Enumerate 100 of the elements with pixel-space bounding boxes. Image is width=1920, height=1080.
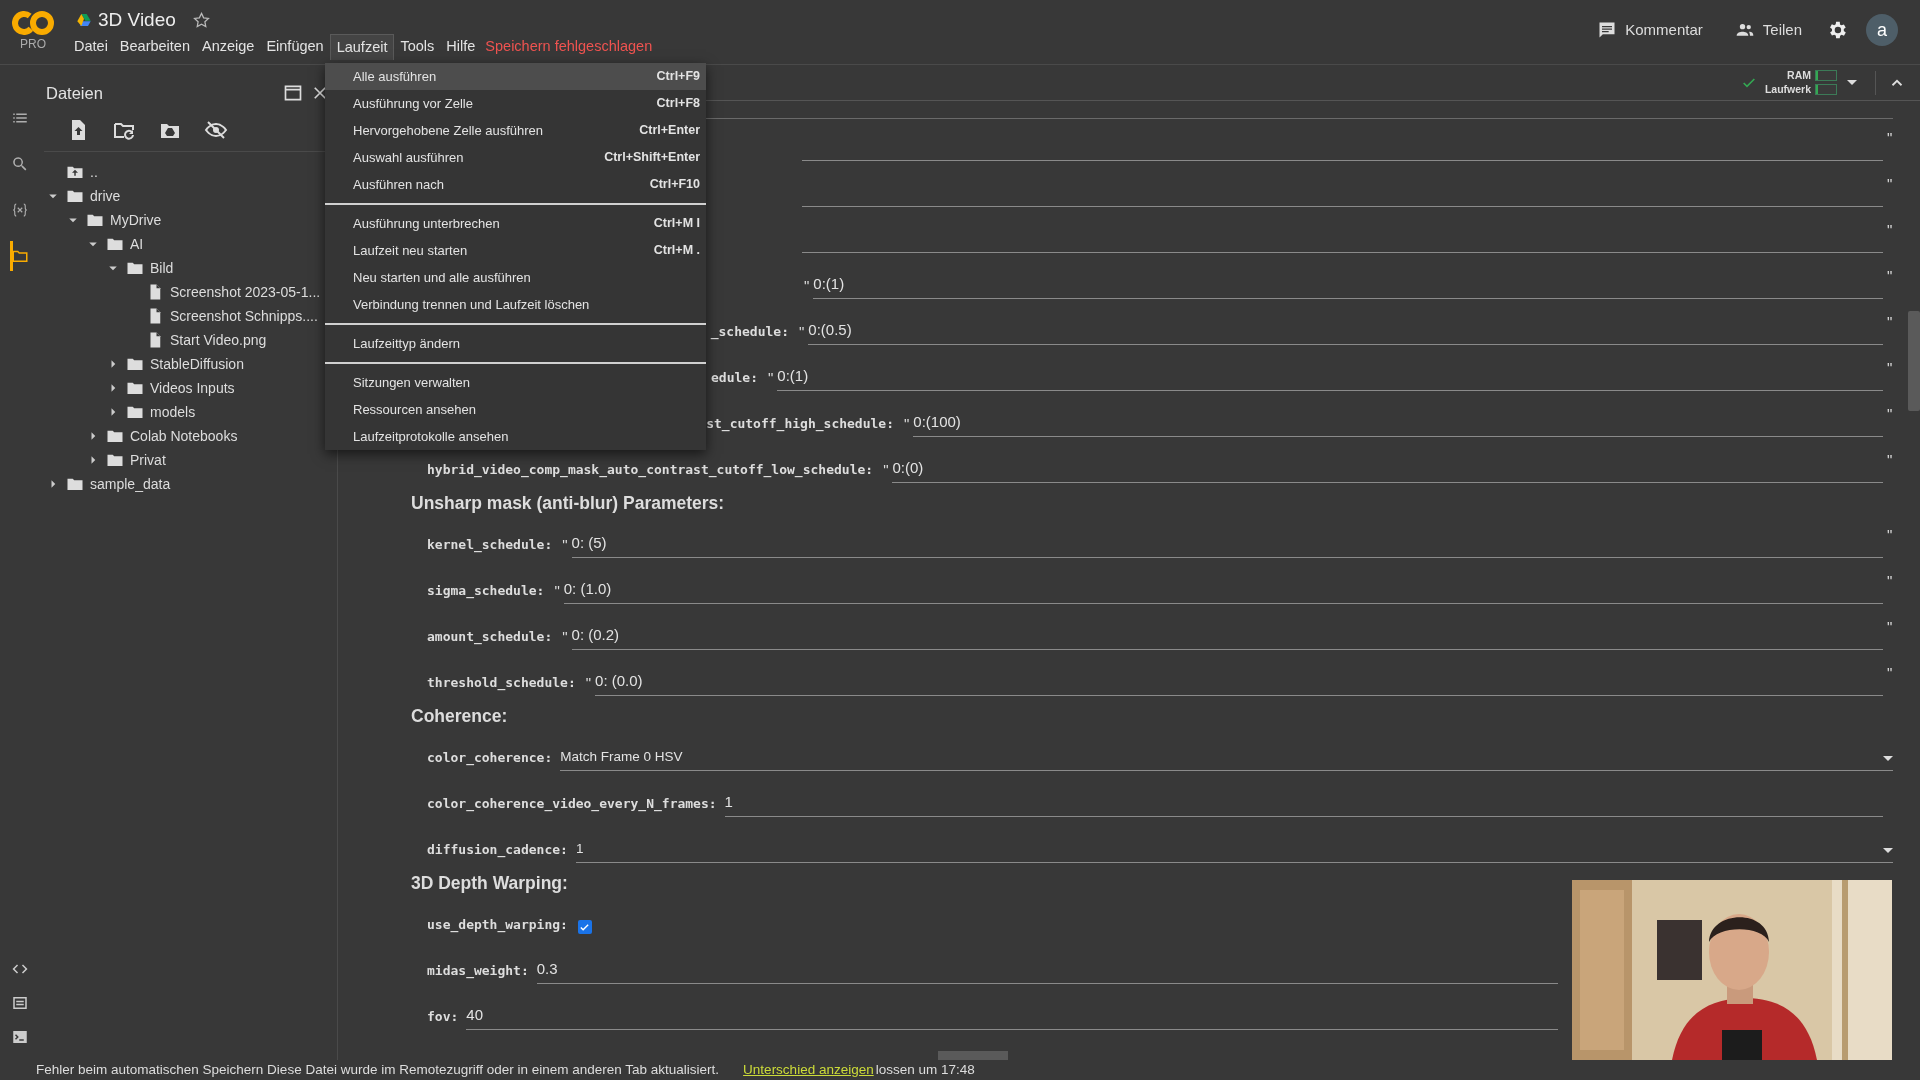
scrollbar-thumb[interactable] [1908, 311, 1920, 411]
menu-item[interactable]: Bearbeiten [113, 34, 196, 60]
menu-item[interactable]: Ressourcen ansehen [325, 396, 706, 423]
scrollbar-thumb[interactable] [938, 1051, 1008, 1060]
input-field[interactable]: 0:(1) [813, 271, 1883, 299]
quote-mark: " [1887, 312, 1893, 332]
menu-item[interactable]: Laufzeittyp ändern [325, 330, 706, 357]
menu-item[interactable]: Laufzeit neu starten Ctrl+M . [325, 237, 706, 264]
folder-name[interactable]: StableDiffusion [150, 353, 244, 375]
quote-mark: " [904, 413, 910, 434]
input-field[interactable]: 0: (0.2) [571, 622, 1883, 650]
menu-item[interactable]: Auswahl ausführen Ctrl+Shift+Enter [325, 144, 706, 171]
resource-meter [1815, 84, 1837, 95]
field-label: amount_schedule: [427, 627, 553, 647]
menu-item[interactable]: Hilfe [440, 34, 482, 60]
folder-name[interactable]: Colab Notebooks [130, 425, 238, 447]
search-icon[interactable] [11, 155, 29, 173]
variables-icon[interactable] [11, 201, 29, 219]
menu-item[interactable]: Laufzeitprotokolle ansehen [325, 423, 706, 450]
menu-item[interactable]: Neu starten und alle ausführen [325, 264, 706, 291]
file-name[interactable]: Screenshot Schnipps.... [170, 305, 318, 327]
share-button[interactable]: Teilen [1726, 13, 1810, 47]
input-field[interactable]: 0: (5) [571, 530, 1883, 558]
input-field[interactable]: 0: (0.0) [595, 668, 1883, 696]
menu-item[interactable]: Einfügen [260, 34, 330, 60]
diff-link[interactable]: Unterschied anzeigen [743, 1059, 874, 1080]
avatar[interactable]: a [1866, 14, 1898, 46]
star-icon[interactable] [191, 10, 211, 30]
comment-button[interactable]: Kommentar [1589, 13, 1711, 47]
panel-title: Dateien [46, 82, 103, 104]
folder-name[interactable]: Privat [130, 449, 166, 471]
menu-item[interactable]: Sitzungen verwalten [325, 369, 706, 396]
quote-mark: " [1887, 617, 1893, 637]
dropdown-field[interactable]: 1 [575, 835, 1893, 863]
folder-name[interactable]: sample_data [90, 473, 171, 495]
field-label: color_coherence_video_every_N_frames: [427, 794, 717, 814]
menu-item[interactable]: Datei [68, 34, 114, 60]
menu-item[interactable]: Ausführung vor Zelle Ctrl+F8 [325, 90, 706, 117]
quote-mark: " [1887, 220, 1893, 240]
caret-down-icon [1883, 848, 1893, 853]
plan-label: PRO [20, 38, 46, 50]
menu-item[interactable]: Laufzeit [329, 34, 395, 60]
quote-mark: " [768, 367, 774, 388]
input-field[interactable]: 0:(1) [777, 363, 1883, 391]
menu-item[interactable]: Verbindung trennen und Laufzeit löschen [325, 291, 706, 318]
input-field[interactable]: 0:(0) [892, 455, 1883, 483]
input-field[interactable]: 0.3 [536, 956, 1558, 984]
menu-item[interactable]: Ausführen nach Ctrl+F10 [325, 171, 706, 198]
quote-mark: " [1887, 174, 1893, 194]
folder-name[interactable]: Bild [150, 257, 174, 279]
quote-mark: " [883, 459, 889, 480]
quote-mark: " [1887, 266, 1893, 286]
file-name[interactable]: Screenshot 2023-05-1... [170, 281, 321, 303]
input-field[interactable]: 1 [724, 789, 1883, 817]
section-heading: 3D Depth Warping: [411, 871, 568, 895]
field-label: _schedule: [710, 322, 789, 341]
field-label: hybrid_video_comp_mask_auto_contrast_cutoff_low_schedule: [427, 460, 874, 480]
input-field[interactable]: 40 [466, 1002, 1558, 1030]
quote-mark: " [585, 672, 592, 693]
quote-mark: " [799, 321, 805, 342]
quote-mark: " [1887, 525, 1893, 545]
input-field[interactable]: 0:(0.5) [808, 317, 1883, 345]
menu-item[interactable]: Tools [394, 34, 441, 60]
field-label: kernel_schedule: [427, 535, 553, 555]
status-text: lossen um 17:48 [875, 1060, 975, 1079]
caret-down-icon[interactable] [1847, 80, 1857, 85]
menu-item[interactable]: Anzeige [196, 34, 261, 60]
menu-item[interactable]: Hervorgehobene Zelle ausführen Ctrl+Enter [325, 117, 706, 144]
field-label: fov: [427, 1007, 459, 1026]
list-icon[interactable] [11, 994, 29, 1012]
folder-name[interactable]: drive [90, 185, 121, 207]
folder-name[interactable]: MyDrive [110, 209, 162, 231]
field-label: midas_weight: [427, 961, 529, 981]
folder-name[interactable]: models [150, 401, 196, 423]
open-in-window-icon[interactable] [283, 83, 303, 103]
comment-icon [1597, 20, 1618, 40]
quote-mark: " [1887, 358, 1893, 378]
quote-mark: " [804, 275, 810, 296]
field-label: edule: [711, 368, 758, 387]
field-label: color_coherence: [427, 748, 553, 768]
field-label: st_cutoff_high_schedule: [706, 414, 894, 433]
quote-mark: " [1887, 450, 1893, 470]
menu-item[interactable]: Ausführung unterbrechen Ctrl+M I [325, 210, 706, 237]
dropdown-field[interactable]: Match Frame 0 HSV [560, 743, 1893, 771]
drive-icon [76, 12, 92, 28]
folder-name[interactable]: .. [90, 161, 98, 183]
notebook-title[interactable]: 3D Video [98, 5, 176, 35]
checkbox[interactable] [577, 920, 592, 934]
input-field[interactable]: 0:(100) [913, 409, 1883, 437]
quote-mark: " [562, 626, 568, 647]
folder-name[interactable]: AI [130, 233, 144, 255]
caret-down-icon [1883, 756, 1893, 761]
file-name[interactable]: Start Video.png [170, 329, 267, 351]
section-heading: Coherence: [411, 704, 508, 728]
terminal-icon[interactable] [11, 1028, 29, 1046]
input-field[interactable]: 0: (1.0) [563, 576, 1883, 604]
colab-logo-icon [11, 10, 55, 36]
folder-name[interactable]: Videos Inputs [150, 377, 235, 399]
menu-item[interactable]: Alle ausführen Ctrl+F9 [325, 63, 706, 90]
field-label: diffusion_cadence: [427, 840, 568, 860]
